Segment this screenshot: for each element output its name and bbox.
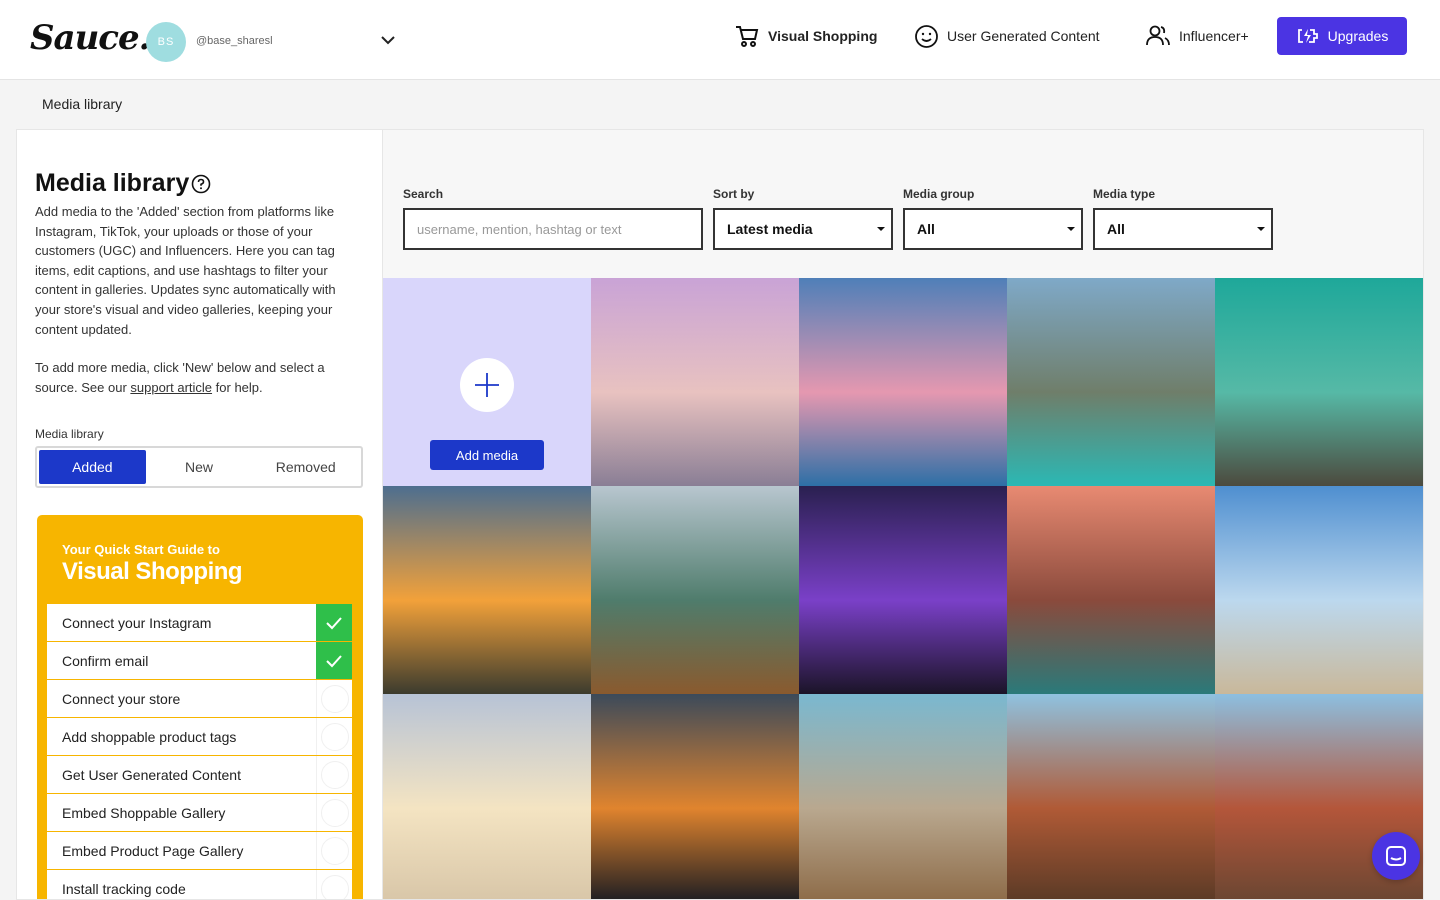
segment-added[interactable]: Added (39, 450, 146, 484)
checklist-item-label: Connect your store (62, 690, 181, 707)
checklist-item-label: Add shoppable product tags (62, 728, 237, 745)
segment-label: Media library (35, 427, 104, 441)
chat-icon (1386, 846, 1406, 866)
add-media-tile[interactable]: Add media (383, 278, 591, 486)
media-group-select[interactable]: All (903, 208, 1083, 250)
media-thumbnail-canyon-hiker[interactable] (1007, 694, 1215, 899)
breadcrumb: Media library (42, 96, 123, 112)
checklist-item-label: Connect your Instagram (62, 614, 212, 631)
page-title: Media library (35, 169, 190, 197)
empty-circle-icon (316, 832, 352, 869)
guide-checklist: Connect your Instagram Confirm email Conne… (47, 604, 352, 899)
checklist-item[interactable]: Embed Product Page Gallery (47, 832, 352, 870)
guide-subtitle: Your Quick Start Guide to (62, 542, 220, 557)
nav-label: Visual Shopping (768, 28, 878, 44)
quick-start-guide: Your Quick Start Guide to Visual Shoppin… (37, 515, 363, 899)
checklist-item[interactable]: Connect your Instagram (47, 604, 352, 642)
checklist-item-label: Get User Generated Content (62, 766, 241, 783)
caret-down-icon (1067, 227, 1075, 231)
search-input[interactable] (403, 208, 703, 250)
checklist-item[interactable]: Embed Shoppable Gallery (47, 794, 352, 832)
nav-user-generated-content[interactable]: User Generated Content (914, 22, 1100, 50)
media-thumbnail-concert-crowd[interactable] (799, 486, 1007, 694)
account-handle[interactable]: @base_sharesl (196, 35, 273, 47)
media-group-value: All (917, 221, 935, 237)
media-thumbnail-mountain-boat[interactable] (591, 486, 799, 694)
checklist-item[interactable]: Add shoppable product tags (47, 718, 352, 756)
segment-removed[interactable]: Removed (252, 450, 359, 484)
media-group-label: Media group (903, 187, 975, 201)
empty-circle-icon (316, 680, 352, 717)
nav-visual-shopping[interactable]: Visual Shopping (734, 22, 877, 50)
account-avatar[interactable]: BS (146, 22, 186, 62)
help-text-suffix: for help. (212, 380, 263, 395)
empty-circle-icon (316, 870, 352, 899)
plus-icon[interactable] (460, 358, 514, 412)
checklist-item-label: Confirm email (62, 652, 149, 669)
media-panel: Search Sort by Latest media Media group … (382, 129, 1424, 900)
add-media-button[interactable]: Add media (430, 440, 544, 470)
media-type-select[interactable]: All (1093, 208, 1273, 250)
library-segmented-control: Added New Removed (35, 446, 363, 488)
media-thumbnail-sunglasses-sand[interactable] (799, 694, 1007, 899)
library-sidebar: Media library Add media to the 'Added' s… (16, 129, 382, 900)
top-bar: Sauce. BS @base_sharesl Visual Shopping … (0, 0, 1440, 80)
help-icon[interactable] (191, 174, 211, 194)
search-label: Search (403, 187, 444, 201)
segment-new[interactable]: New (146, 450, 253, 484)
nav-label: User Generated Content (947, 28, 1100, 44)
media-type-label: Media type (1093, 187, 1156, 201)
checklist-item[interactable]: Confirm email (47, 642, 352, 680)
sort-value: Latest media (727, 221, 813, 237)
empty-circle-icon (316, 794, 352, 831)
media-thumbnail-beach-sunrise[interactable] (383, 694, 591, 899)
nav-label: Influencer+ (1179, 28, 1249, 44)
upgrades-label: Upgrades (1327, 28, 1389, 44)
nav-influencer[interactable]: Influencer+ (1145, 22, 1249, 50)
caret-down-icon (877, 227, 885, 231)
users-icon (1146, 25, 1170, 46)
checkmark-icon (316, 604, 352, 641)
media-thumbnail-mountain-lake-reflection[interactable] (1007, 486, 1215, 694)
upgrades-button[interactable]: Upgrades (1277, 17, 1407, 55)
chevron-down-icon[interactable] (378, 30, 398, 50)
help-text: To add more media, click 'New' below and… (35, 358, 355, 398)
library-description: Add media to the 'Added' section from pl… (35, 204, 336, 337)
media-thumbnail-hot-air-balloons[interactable] (1215, 278, 1423, 486)
checklist-item[interactable]: Connect your store (47, 680, 352, 718)
empty-circle-icon (316, 718, 352, 755)
smiley-icon (915, 24, 938, 48)
media-thumbnail-lake-kayak[interactable] (1007, 278, 1215, 486)
checklist-item-label: Embed Product Page Gallery (62, 842, 244, 859)
checklist-item-label: Embed Shoppable Gallery (62, 804, 226, 821)
media-thumbnail-traveler-sunset[interactable] (383, 486, 591, 694)
media-thumbnail-dubai-skyline[interactable] (591, 278, 799, 486)
checklist-item[interactable]: Get User Generated Content (47, 756, 352, 794)
guide-title: Visual Shopping (62, 558, 243, 585)
media-thumbnail-ocean-sunset[interactable] (799, 278, 1007, 486)
lightning-battery-icon (1297, 29, 1318, 43)
empty-circle-icon (316, 756, 352, 793)
chat-support-button[interactable] (1372, 832, 1420, 880)
media-type-value: All (1107, 221, 1125, 237)
support-article-link[interactable]: support article (130, 380, 212, 395)
sort-select[interactable]: Latest media (713, 208, 893, 250)
cart-icon (736, 26, 759, 47)
checklist-item[interactable]: Install tracking code (47, 870, 352, 899)
media-thumbnail-seagulls-beach[interactable] (1215, 486, 1423, 694)
media-thumbnail-airplane-wing-sunset[interactable] (591, 694, 799, 899)
checkmark-icon (316, 642, 352, 679)
checklist-item-label: Install tracking code (62, 880, 186, 897)
caret-down-icon (1257, 227, 1265, 231)
sauce-logo[interactable]: Sauce. (30, 18, 150, 58)
sort-label: Sort by (713, 187, 755, 201)
